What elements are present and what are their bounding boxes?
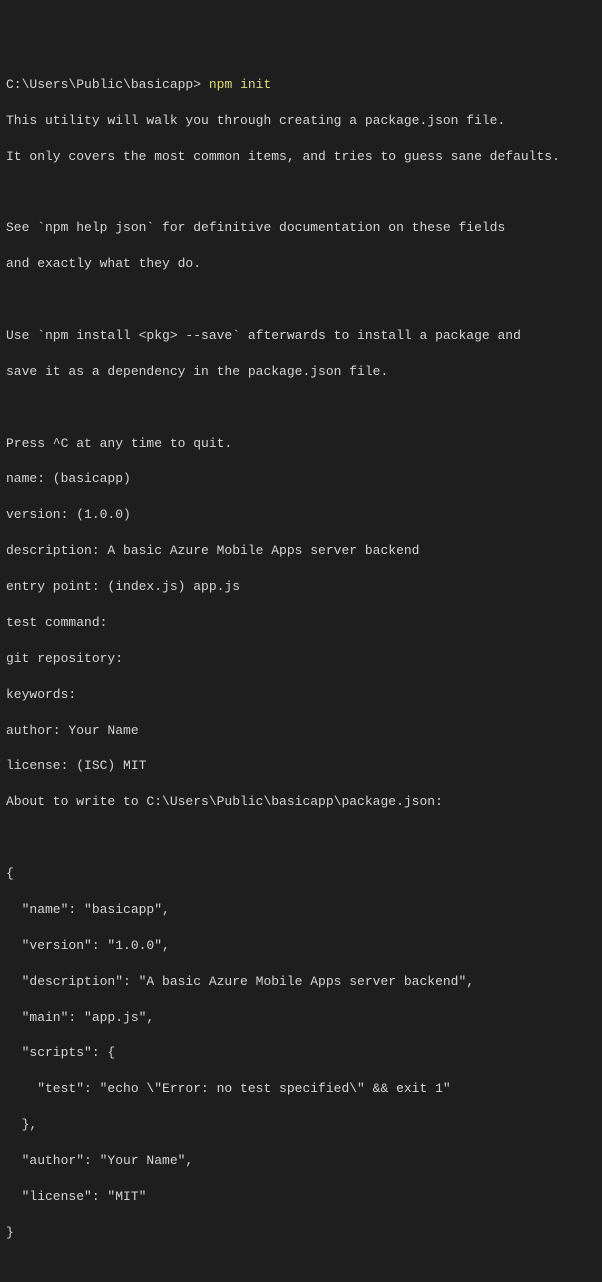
json-line: } — [6, 1224, 596, 1242]
field-test-command: test command: — [6, 614, 596, 632]
field-license: license: (ISC) MIT — [6, 757, 596, 775]
blank-line — [6, 399, 596, 417]
command-text: npm init — [209, 77, 271, 92]
terminal-line-command: C:\Users\Public\basicapp> npm init — [6, 76, 596, 94]
json-line: }, — [6, 1116, 596, 1134]
json-line: { — [6, 865, 596, 883]
json-line: "test": "echo \"Error: no test specified… — [6, 1080, 596, 1098]
output-line: It only covers the most common items, an… — [6, 148, 596, 166]
output-line: See `npm help json` for definitive docum… — [6, 219, 596, 237]
json-line: "license": "MIT" — [6, 1188, 596, 1206]
field-entry-point: entry point: (index.js) app.js — [6, 578, 596, 596]
field-description: description: A basic Azure Mobile Apps s… — [6, 542, 596, 560]
field-git-repository: git repository: — [6, 650, 596, 668]
json-line: "main": "app.js", — [6, 1009, 596, 1027]
json-line: "author": "Your Name", — [6, 1152, 596, 1170]
about-to-write: About to write to C:\Users\Public\basica… — [6, 793, 596, 811]
blank-line — [6, 1260, 596, 1278]
field-author: author: Your Name — [6, 722, 596, 740]
blank-line — [6, 183, 596, 201]
json-line: "name": "basicapp", — [6, 901, 596, 919]
output-line: This utility will walk you through creat… — [6, 112, 596, 130]
field-version: version: (1.0.0) — [6, 506, 596, 524]
prompt-path: C:\Users\Public\basicapp> — [6, 77, 201, 92]
output-line: Use `npm install <pkg> --save` afterward… — [6, 327, 596, 345]
json-line: "version": "1.0.0", — [6, 937, 596, 955]
field-keywords: keywords: — [6, 686, 596, 704]
blank-line — [6, 291, 596, 309]
output-line: save it as a dependency in the package.j… — [6, 363, 596, 381]
field-name: name: (basicapp) — [6, 470, 596, 488]
output-line: Press ^C at any time to quit. — [6, 435, 596, 453]
json-line: "description": "A basic Azure Mobile App… — [6, 973, 596, 991]
output-line: and exactly what they do. — [6, 255, 596, 273]
blank-line — [6, 829, 596, 847]
json-line: "scripts": { — [6, 1044, 596, 1062]
